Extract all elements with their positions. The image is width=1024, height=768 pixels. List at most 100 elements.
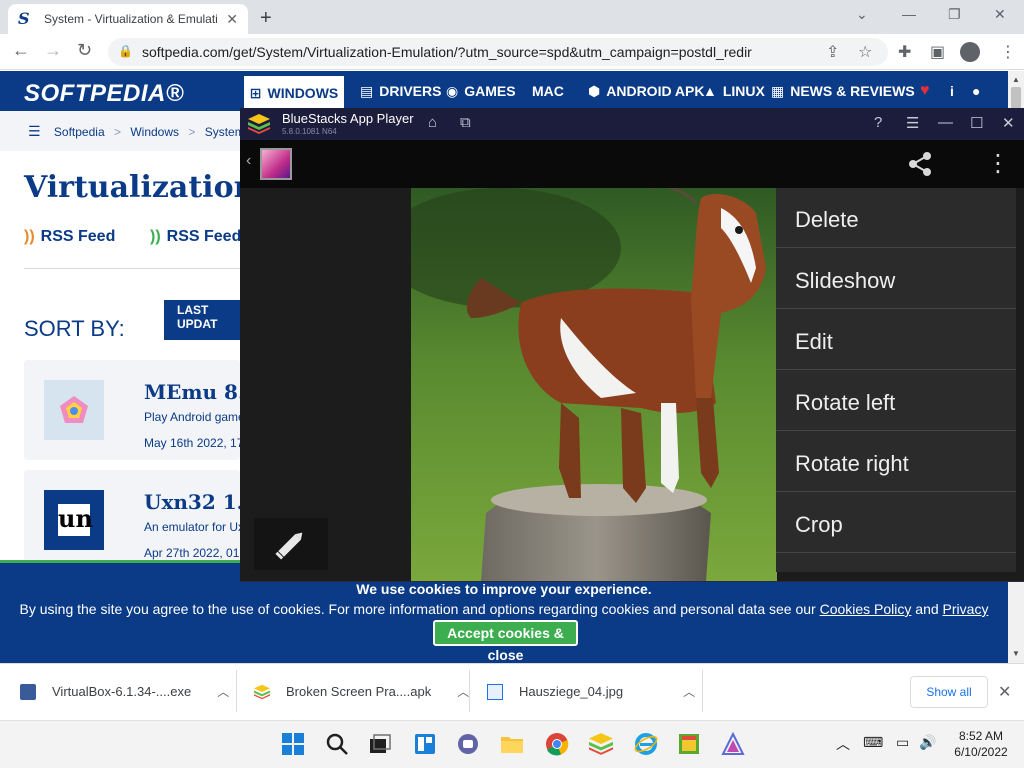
nav-android[interactable]: ⬢ ANDROID APK (588, 71, 705, 111)
goat-photo[interactable] (411, 188, 777, 581)
download-item[interactable]: Hausziege_04.jpg ︿ (487, 663, 695, 720)
nav-mac[interactable]: MAC (526, 71, 564, 111)
accept-cookies-button[interactable]: Accept cookies & close (433, 620, 578, 663)
chevron-up-icon[interactable]: ︿ (683, 683, 695, 700)
menu-item-edit[interactable]: Edit (776, 310, 1016, 370)
multi-instance-icon[interactable]: ⧉ (460, 114, 471, 131)
scroll-down-icon[interactable]: ▼ (1012, 649, 1020, 658)
bluestacks-titlebar[interactable]: BlueStacks App Player 5.8.0.1081 N64 ⌂ ⧉… (240, 108, 1024, 140)
back-button[interactable]: ← (12, 40, 30, 61)
minimize-button[interactable]: — (902, 6, 916, 22)
chevron-up-icon[interactable]: ︿ (457, 683, 469, 700)
nav-drivers[interactable]: ▤ DRIVERS (360, 71, 441, 111)
teams-chat-icon[interactable] (456, 732, 480, 756)
network-icon[interactable]: ▭ (896, 734, 909, 751)
file-explorer-icon[interactable] (500, 732, 524, 756)
extensions-icon[interactable]: ✚ (898, 42, 911, 62)
bs-close-button[interactable]: ✕ (1002, 114, 1015, 132)
task-view-icon[interactable] (368, 732, 392, 756)
cookies-policy-link[interactable]: Cookies Policy (820, 601, 912, 617)
download-item[interactable]: VirtualBox-6.1.34-....exe ︿ (20, 663, 229, 720)
breadcrumb-system[interactable]: System (205, 125, 245, 139)
side-panel-icon[interactable]: ▣ (930, 42, 945, 62)
nav-news[interactable]: ▦ NEWS & REVIEWS (771, 71, 915, 111)
multi-instance-manager-icon[interactable] (721, 731, 745, 756)
share-icon[interactable] (906, 150, 934, 178)
rss-icon: )) (150, 228, 161, 245)
widgets-icon[interactable] (413, 732, 437, 756)
close-window-button[interactable]: ✕ (994, 6, 1006, 23)
help-icon[interactable]: ? (874, 114, 882, 131)
bookmark-star-icon[interactable]: ☆ (858, 42, 872, 62)
search-icon[interactable] (325, 732, 349, 756)
menu-item-slideshow[interactable]: Slideshow (776, 249, 1016, 309)
scroll-up-icon[interactable]: ▲ (1012, 75, 1020, 84)
nav-games[interactable]: ◉ GAMES (446, 71, 516, 111)
internet-explorer-icon[interactable] (634, 732, 658, 756)
bs-maximize-button[interactable]: ☐ (970, 114, 983, 132)
hamburger-icon[interactable]: ☰ (28, 123, 41, 139)
reload-button[interactable]: ↻ (77, 40, 92, 61)
heart-icon[interactable]: ♥ (920, 71, 930, 111)
share-icon[interactable]: ⇪ (826, 42, 839, 62)
nav-windows[interactable]: ⊞ WINDOWS (244, 76, 344, 110)
breadcrumb-windows[interactable]: Windows (130, 125, 179, 139)
menu-item-crop[interactable]: Crop (776, 493, 1016, 553)
new-tab-button[interactable]: + (260, 7, 272, 30)
bs-minimize-button[interactable]: — (938, 114, 953, 131)
user-icon[interactable]: ● (972, 71, 980, 111)
windows-icon: ⊞ (249, 84, 262, 101)
address-bar[interactable]: 🔒 softpedia.com/get/System/Virtualizatio… (108, 38, 888, 66)
menu-item-rotate-left[interactable]: Rotate left (776, 371, 1016, 431)
home-icon[interactable]: ⌂ (428, 114, 437, 131)
menu-item-delete[interactable]: Delete (776, 188, 1016, 248)
drivers-icon: ▤ (360, 82, 374, 99)
breadcrumb-sep: > (113, 125, 121, 139)
bluestacks-version: 5.8.0.1081 N64 (282, 127, 337, 136)
browser-tab[interactable]: S System - Virtualization & Emulati ✕ (8, 4, 248, 34)
forward-button[interactable]: → (44, 40, 62, 61)
bs-menu-icon[interactable]: ☰ (906, 114, 919, 132)
item-desc: Play Android game (144, 410, 245, 424)
menu-item-rotate-right[interactable]: Rotate right (776, 432, 1016, 492)
softpedia-logo[interactable]: SOFTPEDIA® (24, 80, 184, 108)
info-icon[interactable]: i (950, 71, 954, 111)
chrome-menu-icon[interactable]: ⋮ (1000, 42, 1016, 62)
overflow-menu: Delete Slideshow Edit Rotate left Rotate… (776, 188, 1016, 572)
sort-last-updated[interactable]: LAST UPDAT (164, 300, 244, 340)
download-item[interactable]: Broken Screen Pra....apk ︿ (254, 663, 469, 720)
rss-icon: )) (24, 228, 35, 245)
image-file-icon (487, 683, 503, 700)
list-item[interactable]: un Uxn32 1.6 An emulator for Ux Apr 27th… (24, 470, 258, 570)
keyboard-icon[interactable]: ⌨ (863, 734, 883, 751)
overflow-menu-icon[interactable]: ⋮ (986, 150, 1010, 178)
profile-avatar[interactable] (960, 42, 980, 62)
archive-app-icon[interactable] (677, 732, 701, 756)
bluestacks-taskbar-icon[interactable] (589, 732, 613, 756)
nav-label: LINUX (722, 83, 765, 99)
download-name: VirtualBox-6.1.34-....exe (52, 684, 192, 699)
chevron-up-icon[interactable]: ︿ (836, 734, 850, 754)
edit-pencil-button[interactable] (254, 518, 328, 570)
item-date: May 16th 2022, 17 (144, 436, 244, 450)
breadcrumb-softpedia[interactable]: Softpedia (54, 125, 105, 139)
tab-close-icon[interactable]: ✕ (226, 11, 238, 28)
chrome-icon[interactable] (545, 732, 569, 756)
divider (236, 670, 237, 712)
nav-linux[interactable]: ▲ LINUX (703, 71, 765, 111)
rss-feed-link-2[interactable]: )) RSS Feed ( (150, 228, 251, 246)
list-item[interactable]: MEmu 8.0 Play Android game May 16th 2022… (24, 360, 259, 460)
rss-feed-link[interactable]: )) RSS Feed (24, 228, 115, 246)
rss-label: RSS Feed ( (166, 228, 252, 245)
start-windows-icon[interactable] (281, 732, 305, 756)
tab-search-icon[interactable]: ⌄ (856, 6, 868, 23)
show-all-button[interactable]: Show all (910, 676, 988, 708)
back-chevron-icon[interactable]: ‹ (246, 152, 251, 170)
item-date: Apr 27th 2022, 01: (144, 546, 243, 560)
taskbar-clock[interactable]: 8:52 AM 6/10/2022 (950, 728, 1012, 760)
chevron-up-icon[interactable]: ︿ (217, 683, 229, 700)
close-shelf-icon[interactable]: ✕ (998, 682, 1011, 702)
gallery-app-icon[interactable] (260, 148, 292, 180)
volume-icon[interactable]: 🔊 (919, 734, 936, 751)
restore-button[interactable]: ❐ (948, 6, 961, 23)
